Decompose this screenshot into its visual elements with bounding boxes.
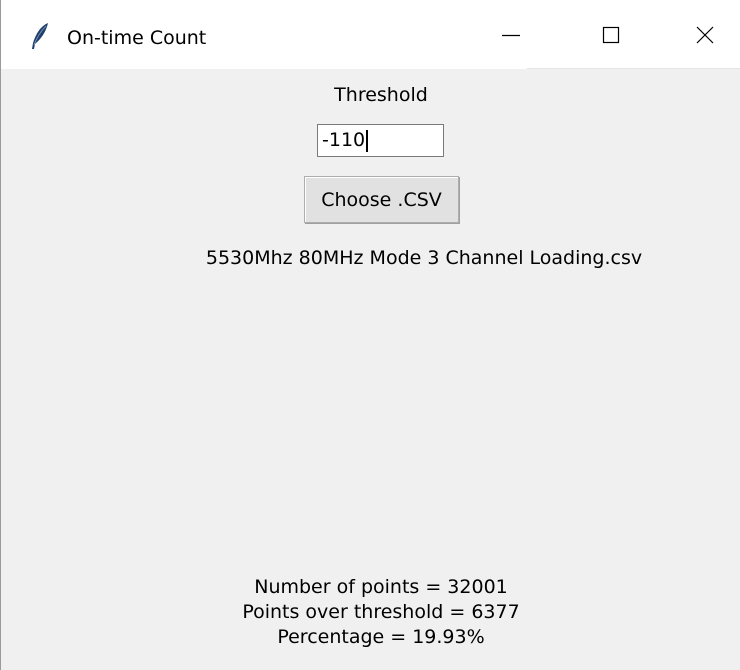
threshold-input[interactable]: -110 <box>317 124 444 157</box>
text-caret <box>366 129 369 152</box>
percentage-label: Percentage = 19.93% <box>277 626 485 648</box>
maximize-icon <box>602 26 620 43</box>
title-bar-divider <box>527 68 740 69</box>
feather-icon <box>32 23 48 49</box>
choose-csv-button[interactable]: Choose .CSV <box>304 176 459 223</box>
minimize-button[interactable] <box>465 0 557 69</box>
close-icon <box>696 26 714 43</box>
close-button[interactable] <box>659 0 740 69</box>
threshold-label: Threshold <box>334 84 428 106</box>
points-over-threshold-label: Points over threshold = 6377 <box>242 601 520 623</box>
title-bar[interactable]: On-time Count <box>1 0 740 69</box>
minimize-icon <box>502 34 520 36</box>
selected-file-label: 5530Mhz 80MHz Mode 3 Channel Loading.csv <box>205 247 643 269</box>
maximize-button[interactable] <box>565 0 657 69</box>
threshold-value: -110 <box>322 129 366 151</box>
app-window: On-time Count Threshold -110 Choose .CSV… <box>0 0 740 670</box>
number-of-points-label: Number of points = 32001 <box>254 576 508 598</box>
window-title: On-time Count <box>67 27 207 49</box>
